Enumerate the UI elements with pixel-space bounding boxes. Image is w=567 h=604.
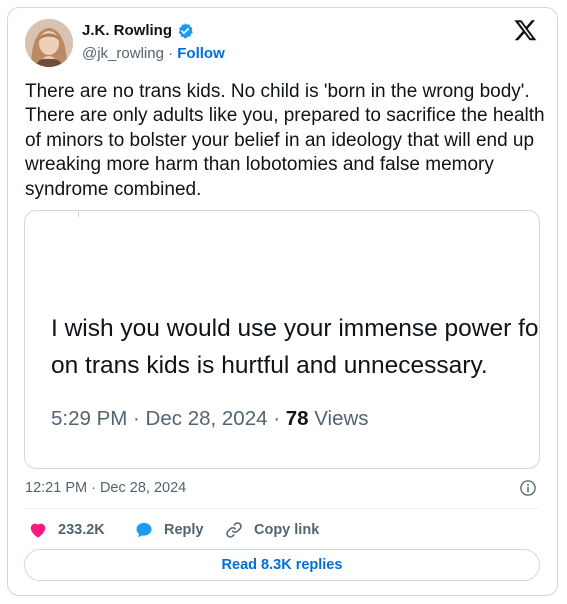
- reply-label: Reply: [164, 522, 204, 538]
- image-meta-views-label: Views: [308, 407, 369, 430]
- verified-badge-icon: [176, 22, 194, 40]
- copy-link-button[interactable]: Copy link: [224, 520, 319, 540]
- link-icon: [226, 522, 242, 538]
- handle-separator: ·: [168, 45, 174, 62]
- image-meta-views-count: 78: [285, 407, 309, 430]
- handle-row: @jk_rowling · Follow: [82, 44, 225, 64]
- image-meta-line: 5:29 PM · Dec 28, 2024 · 78 Views: [51, 407, 369, 431]
- image-crop-mark: [78, 211, 79, 217]
- reply-bubble-icon: [136, 522, 152, 538]
- reply-button[interactable]: Reply: [134, 520, 204, 540]
- author-name[interactable]: J.K. Rowling: [82, 21, 172, 41]
- read-replies-button[interactable]: Read 8.3K replies: [24, 549, 540, 581]
- quoted-screenshot-image[interactable]: I wish you would use your immense power …: [24, 210, 540, 469]
- tweet-timestamp[interactable]: 12:21 PM · Dec 28, 2024: [25, 480, 186, 496]
- image-text-line-2: on trans kids is hurtful and unnecessary…: [51, 352, 488, 379]
- follow-button[interactable]: Follow: [177, 45, 225, 62]
- author-name-row: J.K. Rowling: [82, 21, 194, 41]
- like-count: 233.2K: [58, 522, 105, 538]
- info-icon[interactable]: [519, 479, 537, 497]
- x-logo-icon[interactable]: [513, 18, 538, 42]
- heart-icon: [30, 523, 46, 538]
- avatar[interactable]: [25, 19, 73, 67]
- author-handle[interactable]: @jk_rowling: [82, 45, 164, 62]
- like-button[interactable]: 233.2K: [28, 520, 105, 540]
- avatar-photo: [25, 19, 73, 67]
- image-meta-time: 5:29 PM · Dec 28, 2024 ·: [51, 407, 286, 430]
- tweet-text: There are no trans kids. No child is 'bo…: [25, 81, 545, 200]
- copy-link-label: Copy link: [254, 522, 320, 538]
- image-text-line-1: I wish you would use your immense power …: [51, 315, 539, 342]
- divider: [24, 508, 540, 509]
